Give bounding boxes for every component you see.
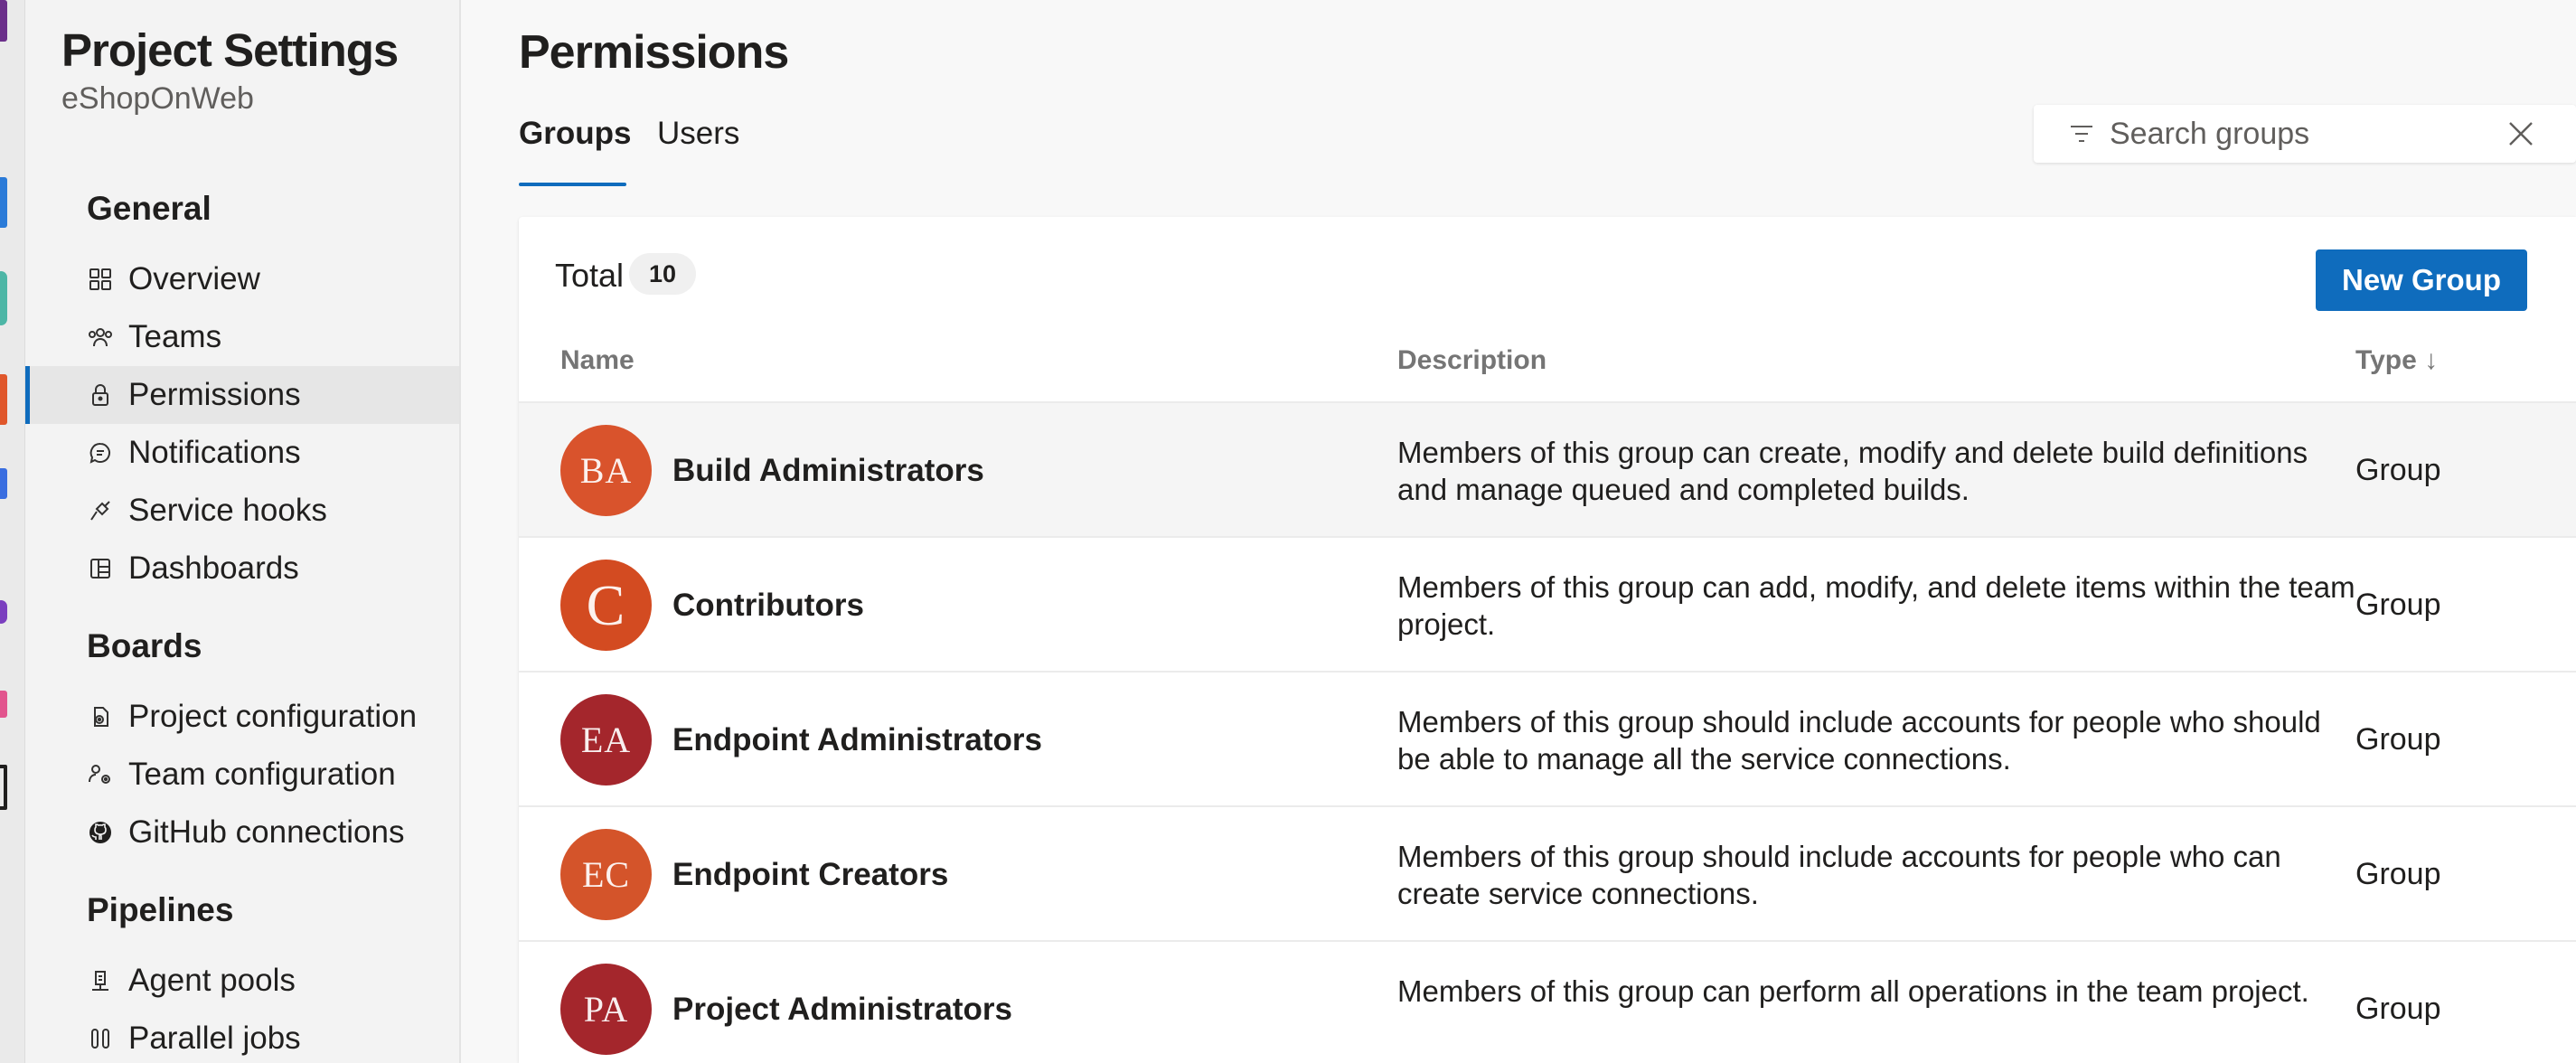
rail-repos-icon[interactable] bbox=[0, 271, 7, 325]
group-description: Members of this group can create, modify… bbox=[1397, 436, 2308, 506]
column-header-description[interactable]: Description bbox=[1397, 345, 1547, 376]
group-description: Members of this group should include acc… bbox=[1397, 840, 2281, 910]
filter-icon bbox=[2071, 126, 2092, 142]
sidebar-item-label: Team configuration bbox=[128, 757, 396, 792]
section-pipelines: Pipelines bbox=[87, 891, 234, 928]
group-name: Endpoint Creators bbox=[672, 856, 949, 892]
column-header-type[interactable]: Type ↓ bbox=[2355, 345, 2438, 376]
rail-extension-icon[interactable] bbox=[0, 691, 7, 718]
table-row[interactable]: PA Project Administrators Members of thi… bbox=[519, 940, 2576, 1063]
avatar: PA bbox=[560, 964, 652, 1055]
close-icon[interactable] bbox=[2505, 118, 2536, 149]
rail-boards-icon[interactable] bbox=[0, 177, 7, 228]
table-row[interactable]: EC Endpoint Creators Members of this gro… bbox=[519, 805, 2576, 940]
sidebar-item-label: Permissions bbox=[128, 377, 301, 412]
group-type: Group bbox=[2355, 992, 2441, 1026]
group-name: Endpoint Administrators bbox=[672, 721, 1042, 757]
table-row[interactable]: BA Build Administrators Members of this … bbox=[519, 401, 2576, 536]
github-icon bbox=[87, 819, 114, 846]
new-group-button[interactable]: New Group bbox=[2316, 249, 2527, 311]
overview-icon bbox=[87, 266, 114, 293]
lock-icon bbox=[87, 381, 114, 409]
avatar: BA bbox=[560, 425, 652, 516]
teams-icon bbox=[87, 324, 114, 351]
app-rail bbox=[0, 0, 25, 1063]
search-input[interactable] bbox=[2110, 116, 2498, 152]
group-description: Members of this group can add, modify, a… bbox=[1397, 570, 2355, 641]
sidebar-item-teams[interactable]: Teams bbox=[25, 308, 459, 366]
active-tab-indicator bbox=[519, 183, 626, 186]
sidebar-item-label: Service hooks bbox=[128, 493, 327, 528]
sidebar-item-notifications[interactable]: Notifications bbox=[25, 424, 459, 482]
column-header-name[interactable]: Name bbox=[560, 345, 635, 376]
group-type: Group bbox=[2355, 453, 2441, 487]
sidebar-item-label: Teams bbox=[128, 319, 222, 354]
team-gear-icon bbox=[87, 761, 114, 788]
plug-icon bbox=[87, 497, 114, 524]
group-description: Members of this group should include acc… bbox=[1397, 705, 2321, 776]
parallel-jobs-icon bbox=[87, 1025, 114, 1052]
sidebar-item-parallel-jobs[interactable]: Parallel jobs bbox=[25, 1010, 459, 1063]
sidebar-title: Project Settings bbox=[61, 24, 399, 76]
total-count-badge: 10 bbox=[629, 253, 696, 295]
sidebar-item-overview[interactable]: Overview bbox=[25, 250, 459, 308]
tab-users[interactable]: Users bbox=[657, 116, 739, 152]
section-boards: Boards bbox=[87, 627, 202, 664]
rail-pipelines-icon[interactable] bbox=[0, 374, 7, 425]
sidebar-item-service-hooks[interactable]: Service hooks bbox=[25, 482, 459, 540]
group-type: Group bbox=[2355, 857, 2441, 891]
group-name: Contributors bbox=[672, 587, 864, 623]
group-type: Group bbox=[2355, 588, 2441, 622]
gear-doc-icon bbox=[87, 703, 114, 730]
sidebar-item-project-configuration[interactable]: Project configuration bbox=[25, 688, 459, 746]
avatar: EC bbox=[560, 829, 652, 920]
avatar: C bbox=[560, 560, 652, 651]
sidebar-item-label: Notifications bbox=[128, 435, 301, 470]
sidebar-item-label: Overview bbox=[128, 261, 260, 296]
page-title: Permissions bbox=[519, 26, 789, 79]
group-type: Group bbox=[2355, 722, 2441, 757]
tab-groups[interactable]: Groups bbox=[519, 116, 631, 152]
sidebar-item-dashboards[interactable]: Dashboards bbox=[25, 540, 459, 597]
project-name: eShopOnWeb bbox=[61, 81, 254, 116]
table-row[interactable]: C Contributors Members of this group can… bbox=[519, 536, 2576, 671]
group-description: Members of this group can perform all op… bbox=[1397, 974, 2309, 1008]
chat-bubble-icon bbox=[87, 439, 114, 466]
sidebar-item-label: Parallel jobs bbox=[128, 1021, 301, 1056]
sidebar-item-label: Project configuration bbox=[128, 699, 418, 734]
table-row[interactable]: EA Endpoint Administrators Members of th… bbox=[519, 671, 2576, 805]
dashboard-icon bbox=[87, 555, 114, 582]
group-name: Project Administrators bbox=[672, 991, 1013, 1027]
project-settings-sidebar: Project Settings eShopOnWeb General Over… bbox=[25, 0, 461, 1063]
agent-pool-icon bbox=[87, 967, 114, 994]
group-name: Build Administrators bbox=[672, 452, 984, 488]
rail-artifacts-icon[interactable] bbox=[0, 600, 7, 624]
sidebar-item-label: Agent pools bbox=[128, 963, 296, 998]
avatar: EA bbox=[560, 694, 652, 785]
rail-testplans-icon[interactable] bbox=[0, 468, 7, 499]
sidebar-item-agent-pools[interactable]: Agent pools bbox=[25, 952, 459, 1010]
sidebar-item-label: GitHub connections bbox=[128, 814, 405, 850]
section-general: General bbox=[87, 190, 212, 227]
search-box bbox=[2034, 105, 2576, 163]
sidebar-item-github-connections[interactable]: GitHub connections bbox=[25, 804, 459, 861]
sidebar-item-team-configuration[interactable]: Team configuration bbox=[25, 746, 459, 804]
total-label: Total bbox=[555, 257, 625, 294]
rail-purple-icon[interactable] bbox=[0, 0, 7, 42]
rail-search-icon[interactable] bbox=[0, 765, 7, 810]
sidebar-item-label: Dashboards bbox=[128, 550, 299, 586]
groups-card: Total 10 New Group Name Description Type… bbox=[519, 217, 2576, 1063]
sidebar-item-permissions[interactable]: Permissions bbox=[25, 366, 459, 424]
